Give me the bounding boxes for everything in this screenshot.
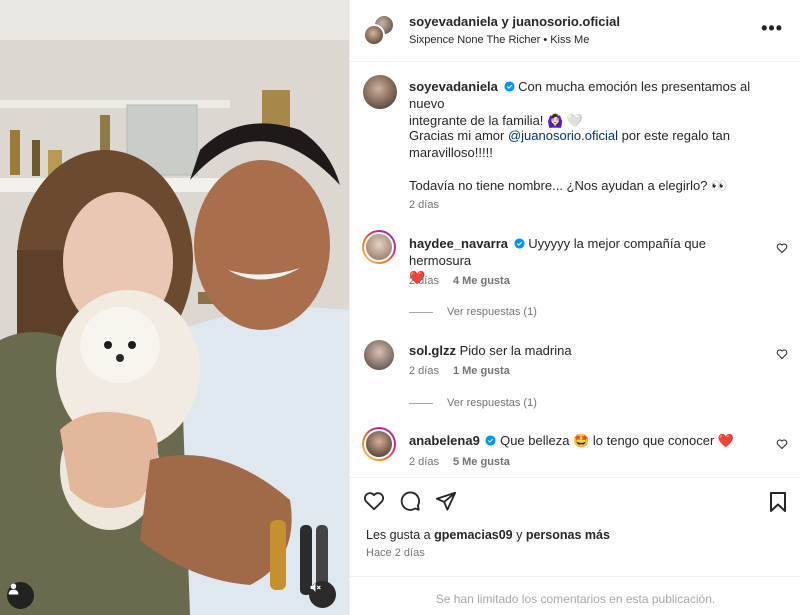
caption-line: Todavía no tiene nombre... ¿Nos ayudan a… (409, 178, 728, 193)
post-actions: Les gusta a gpemacias09 y personas más H… (350, 477, 800, 615)
comment-avatar[interactable] (364, 340, 394, 370)
comment-body: Pido ser la madrina (459, 343, 572, 358)
likes-mid: y (512, 528, 526, 542)
comment-likes[interactable]: 5 Me gusta (453, 456, 510, 468)
comment-meta: 2 días 5 Me gusta (409, 456, 510, 468)
post-header: soyevadaniela y juanosorio.oficial Sixpe… (350, 0, 800, 62)
comment-avatar[interactable] (362, 427, 396, 461)
comment-time[interactable]: 2 días (409, 275, 439, 287)
comment-likes[interactable]: 4 Me gusta (453, 275, 510, 287)
comments-limited-notice: Se han limitado los comentarios en esta … (350, 576, 800, 615)
caption-line: por este regalo tan (618, 128, 731, 143)
likes-summary[interactable]: Les gusta a gpemacias09 y personas más (366, 528, 610, 542)
view-replies-label: Ver respuestas (1) (447, 397, 537, 409)
bookmark-icon[interactable] (769, 491, 787, 513)
caption-username[interactable]: soyevadaniela (409, 79, 498, 94)
heart-icon[interactable] (363, 490, 385, 512)
view-replies-button[interactable]: Ver respuestas (1) (409, 397, 537, 409)
post-time[interactable]: Hace 2 días (366, 547, 425, 559)
divider (409, 311, 433, 313)
share-icon[interactable] (435, 490, 457, 512)
comment-username[interactable]: anabelena9 (409, 433, 480, 448)
post-media[interactable] (0, 0, 349, 615)
comment-text: anabelena9 Que belleza 🤩 lo tengo que co… (409, 432, 769, 449)
comment-time[interactable]: 2 días (409, 365, 439, 377)
comment-meta: 2 días 4 Me gusta (409, 275, 510, 287)
view-replies-button[interactable]: Ver respuestas (1) (409, 306, 537, 318)
verified-icon (485, 435, 496, 446)
caption-time[interactable]: 2 días (409, 199, 439, 211)
comment-icon[interactable] (399, 490, 421, 512)
audio-track[interactable]: Sixpence None The Richer • Kiss Me (409, 34, 589, 46)
comment-likes[interactable]: 1 Me gusta (453, 365, 510, 377)
mute-button[interactable] (309, 581, 336, 608)
photo (0, 0, 349, 615)
caption-line: maravilloso!!!!! (409, 145, 493, 160)
like-comment-heart-icon[interactable] (776, 438, 788, 450)
comment-username[interactable]: haydee_navarra (409, 236, 508, 251)
more-options-icon[interactable]: ••• (761, 18, 783, 39)
caption-text: soyevadaniela Con mucha emoción les pres… (409, 78, 769, 129)
mention-link[interactable]: @juanosorio.oficial (508, 128, 618, 143)
caption-avatar[interactable] (363, 75, 397, 109)
verified-icon (503, 81, 515, 92)
comment-username[interactable]: sol.glzz (409, 343, 456, 358)
like-comment-heart-icon[interactable] (776, 348, 788, 360)
verified-icon (514, 238, 525, 249)
divider (409, 402, 433, 404)
post-side-panel: soyevadaniela y juanosorio.oficial Sixpe… (349, 0, 800, 615)
caption-line: integrante de la familia! 🙆🏻‍♀️ 🤍 (409, 113, 584, 128)
action-bar (363, 490, 457, 512)
likes-others[interactable]: personas más (526, 528, 610, 542)
caption-text: Gracias mi amor @juanosorio.oficial por … (409, 127, 769, 161)
comment-text: sol.glzz Pido ser la madrina (409, 342, 769, 359)
user-icon (8, 583, 19, 595)
tagged-accounts-button[interactable] (7, 582, 34, 609)
collab-avatars[interactable] (363, 14, 395, 46)
speaker-muted-icon (310, 583, 321, 592)
comment-body: Que belleza 🤩 lo tengo que conocer ❤️ (500, 433, 735, 448)
comment-time[interactable]: 2 días (409, 456, 439, 468)
likes-user[interactable]: gpemacias09 (434, 528, 513, 542)
avatar (363, 24, 385, 46)
view-replies-label: Ver respuestas (1) (447, 306, 537, 318)
comment-meta: 2 días 1 Me gusta (409, 365, 510, 377)
caption-line: Gracias mi amor (409, 128, 508, 143)
like-comment-heart-icon[interactable] (776, 242, 788, 254)
likes-prefix: Les gusta a (366, 528, 435, 542)
collab-usernames[interactable]: soyevadaniela y juanosorio.oficial (409, 14, 620, 29)
comment-avatar[interactable] (362, 230, 396, 264)
